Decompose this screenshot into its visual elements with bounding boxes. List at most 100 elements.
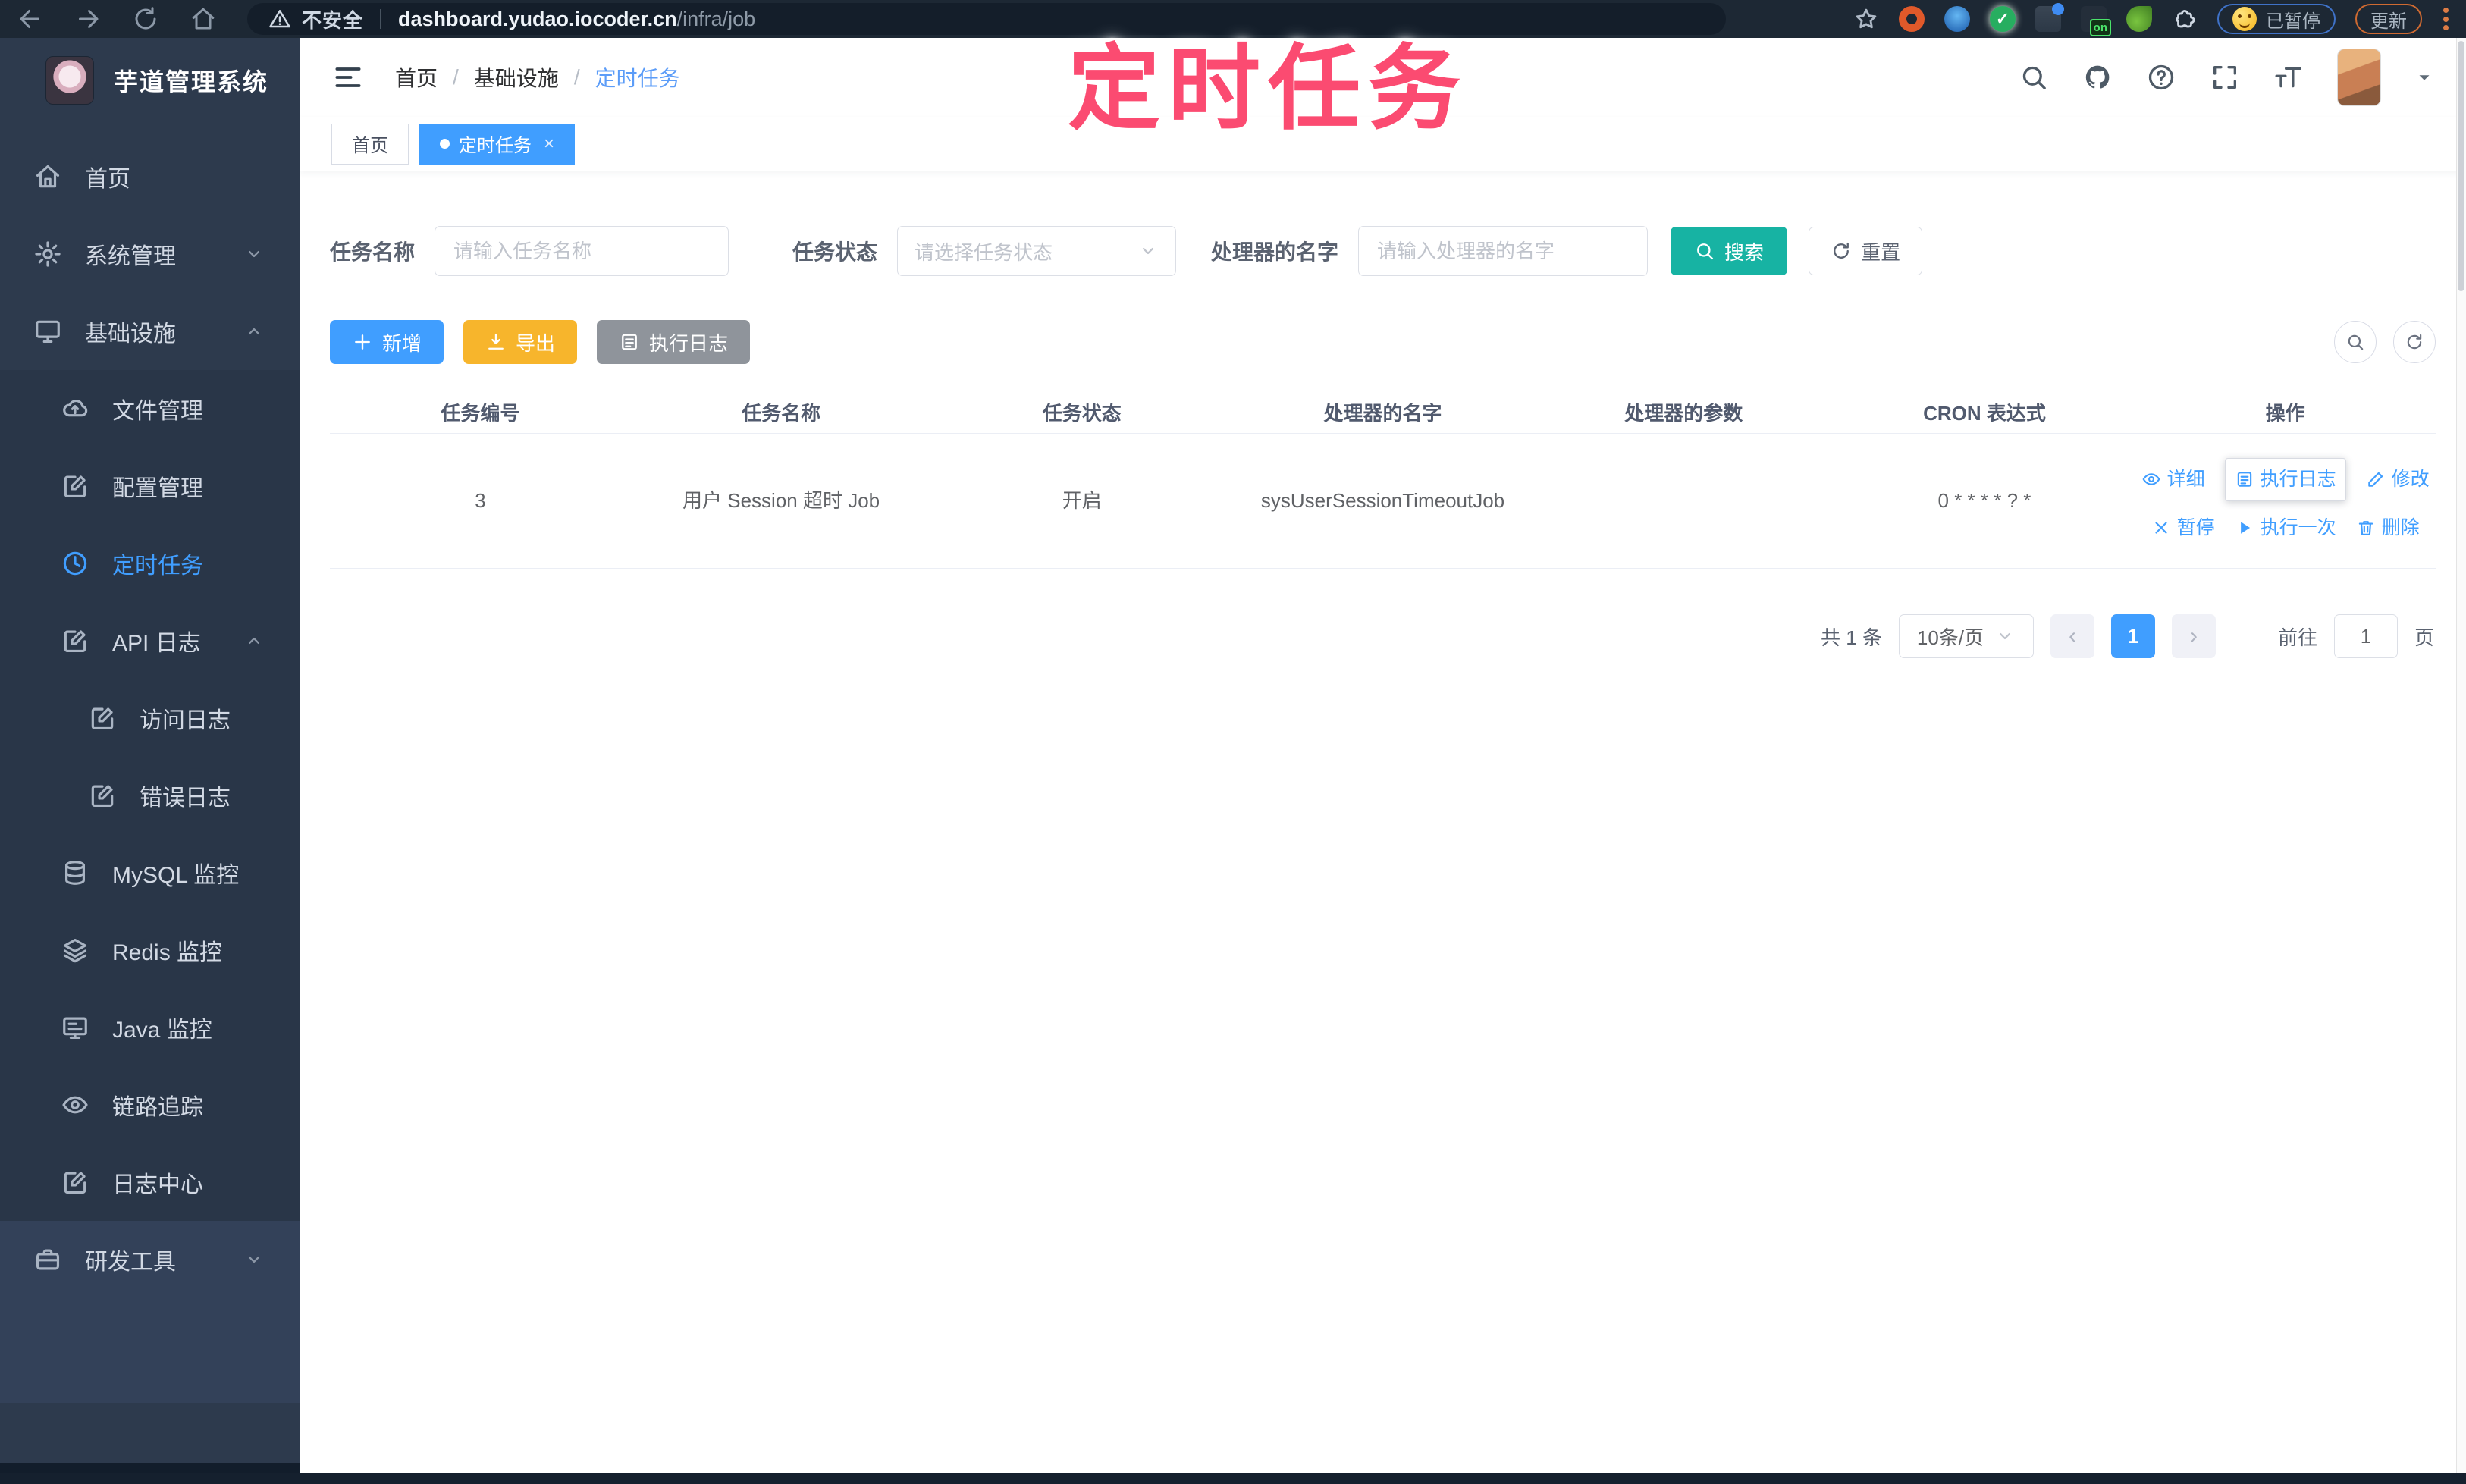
handler-name-input[interactable] <box>1358 226 1649 276</box>
sidebar-item-mysql-monitor[interactable]: MySQL 监控 <box>0 834 300 911</box>
chevron-down-icon <box>243 1249 265 1270</box>
search-button[interactable]: 搜索 <box>1671 227 1788 275</box>
page-size-select[interactable]: 10条/页 <box>1898 614 2034 658</box>
browser-back-icon[interactable] <box>17 5 44 33</box>
sidebar-item-scheduled-jobs[interactable]: 定时任务 <box>0 525 300 602</box>
sidebar-item-label: Java 监控 <box>112 1018 212 1043</box>
detail-link[interactable]: 详细 <box>2141 463 2205 496</box>
scrollbar-thumb[interactable] <box>2458 41 2464 291</box>
edit-link[interactable]: 修改 <box>2366 463 2430 496</box>
github-icon[interactable] <box>2082 62 2113 93</box>
app-logo-row[interactable]: 芋道管理系统 <box>0 38 300 112</box>
sidebar-item-api-log[interactable]: API 日志 <box>0 602 300 679</box>
extension-grid-icon[interactable] <box>2035 3 2064 32</box>
browser-toolbar-right: ✓ on 已暂停 更新 <box>1853 3 2449 36</box>
sidebar-item-redis-monitor[interactable]: Redis 监控 <box>0 911 300 989</box>
scrollbar[interactable] <box>2456 38 2466 1473</box>
doc-edit-icon <box>88 704 117 733</box>
next-page-button[interactable]: › <box>2171 614 2216 658</box>
edit-square-icon <box>61 472 89 500</box>
security-warning-icon <box>268 8 291 30</box>
bookmark-star-icon[interactable] <box>1853 6 1879 32</box>
search-icon[interactable] <box>2019 62 2049 93</box>
refresh-icon <box>1831 240 1852 262</box>
sidebar-item-java-monitor[interactable]: Java 监控 <box>0 989 300 1066</box>
page-1-button[interactable]: 1 <box>2110 614 2155 658</box>
breadcrumb-home[interactable]: 首页 <box>395 62 438 93</box>
chevron-down-icon <box>1137 240 1159 262</box>
sidebar-dev-tools-section: 研发工具 <box>0 1221 300 1403</box>
reset-button[interactable]: 重置 <box>1809 227 1923 275</box>
fullscreen-icon[interactable] <box>2210 62 2240 93</box>
sidebar-item-tracing[interactable]: 链路追踪 <box>0 1066 300 1144</box>
extension-orange-icon[interactable] <box>1899 6 1925 32</box>
font-size-icon[interactable] <box>2273 62 2304 93</box>
browser-reload-icon[interactable] <box>132 5 159 33</box>
sidebar-item-file-mgmt[interactable]: 文件管理 <box>0 370 300 447</box>
add-button[interactable]: 新增 <box>330 320 444 364</box>
sidebar-submenu-infrastructure: 文件管理 配置管理 定时任务 API 日志 访问日志 错误日志 MySQL 监控… <box>0 370 300 1221</box>
exec-log-button[interactable]: 执行日志 <box>597 320 751 364</box>
page-content: 任务名称 任务状态 请选择任务状态 处理器的名字 搜索 重置 新增 <box>300 171 2466 658</box>
layers-icon <box>61 936 89 965</box>
profile-paused-chip[interactable]: 已暂停 <box>2217 4 2336 34</box>
tab-close-icon[interactable]: × <box>544 133 554 155</box>
briefcase-icon <box>33 1245 62 1274</box>
help-icon[interactable] <box>2146 62 2176 93</box>
sidebar-item-error-log[interactable]: 错误日志 <box>0 757 300 834</box>
tab-scheduled-jobs[interactable]: 定时任务 × <box>419 123 576 165</box>
sidebar-item-label: 日志中心 <box>112 1172 203 1197</box>
toolbar-right-icons <box>2334 321 2436 363</box>
download-icon <box>485 331 507 353</box>
browser-update-button[interactable]: 更新 <box>2355 4 2422 34</box>
toggle-search-button[interactable] <box>2334 321 2377 363</box>
goto-page-input[interactable] <box>2333 614 2398 658</box>
menu-fold-icon[interactable] <box>331 61 365 94</box>
extension-green-check-icon[interactable]: ✓ <box>1990 6 2016 32</box>
navbar-right-icons <box>2019 49 2434 106</box>
table-row: 3 用户 Session 超时 Job 开启 sysUserSessionTim… <box>330 434 2436 569</box>
sidebar-item-label: 研发工具 <box>85 1250 176 1275</box>
extensions-puzzle-icon[interactable] <box>2172 6 2198 32</box>
job-status-select[interactable]: 请选择任务状态 <box>897 226 1177 276</box>
sidebar-item-infrastructure[interactable]: 基础设施 <box>0 293 300 370</box>
browser-forward-icon[interactable] <box>74 5 102 33</box>
sidebar-item-system-mgmt[interactable]: 系统管理 <box>0 215 300 293</box>
export-button[interactable]: 导出 <box>463 320 578 364</box>
address-bar[interactable]: 不安全 dashboard.yudao.iocoder.cn/infra/job <box>247 3 1726 35</box>
extension-leaf-icon[interactable] <box>2126 6 2152 32</box>
job-status-placeholder: 请选择任务状态 <box>915 240 1053 264</box>
col-handler-param: 处理器的参数 <box>1624 402 1743 425</box>
pause-link[interactable]: 暂停 <box>2151 512 2215 544</box>
url-path: /infra/job <box>676 7 756 30</box>
extension-blue-icon[interactable] <box>1944 6 1970 32</box>
tab-label: 首页 <box>352 136 388 156</box>
delete-link[interactable]: 删除 <box>2356 512 2420 544</box>
trash-icon <box>2356 518 2376 538</box>
sidebar-menu: 首页 系统管理 基础设施 文件管理 配置管理 定时任务 API 日志 访问日志 … <box>0 138 300 1403</box>
tab-home[interactable]: 首页 <box>331 123 409 165</box>
sidebar-item-dev-tools[interactable]: 研发工具 <box>0 1221 300 1298</box>
plus-icon <box>352 331 373 353</box>
refresh-table-button[interactable] <box>2393 321 2436 363</box>
browser-menu-dots-icon[interactable] <box>2442 5 2449 33</box>
sidebar-item-log-center[interactable]: 日志中心 <box>0 1144 300 1221</box>
sidebar-item-label: MySQL 监控 <box>112 863 240 888</box>
breadcrumb-infrastructure[interactable]: 基础设施 <box>474 62 559 93</box>
sidebar-item-config-mgmt[interactable]: 配置管理 <box>0 447 300 525</box>
tab-active-dot <box>440 139 450 149</box>
run-once-link[interactable]: 执行一次 <box>2235 512 2336 544</box>
prev-page-button[interactable]: ‹ <box>2050 614 2094 658</box>
sidebar-item-access-log[interactable]: 访问日志 <box>0 679 300 757</box>
home-icon <box>33 162 62 191</box>
pen-icon <box>2366 469 2386 489</box>
user-avatar[interactable] <box>2337 49 2381 106</box>
job-name-input[interactable] <box>435 226 729 276</box>
sidebar-item-home[interactable]: 首页 <box>0 138 300 215</box>
browser-home-icon[interactable] <box>190 5 217 33</box>
row-exec-log-link[interactable]: 执行日志 <box>2224 458 2346 501</box>
extension-dark-icon[interactable]: on <box>2081 6 2111 36</box>
caret-down-icon[interactable] <box>2414 67 2434 87</box>
goto-label: 前往 <box>2277 626 2317 649</box>
address-divider <box>380 9 382 29</box>
